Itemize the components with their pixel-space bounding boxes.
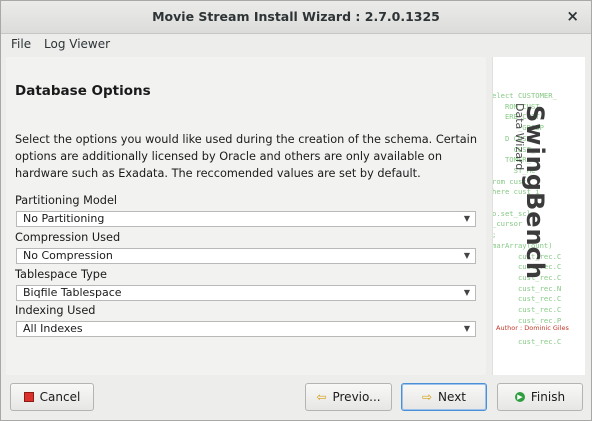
partitioning-select[interactable]: No Partitioning ▼ — [16, 211, 476, 227]
previous-label: Previo... — [332, 390, 381, 404]
next-button[interactable]: ⇨ Next — [401, 383, 487, 411]
indexing-label: Indexing Used — [15, 304, 96, 317]
play-icon: ▶ — [514, 392, 525, 402]
cancel-button[interactable]: Cancel — [10, 383, 94, 411]
menu-bar: File Log Viewer — [1, 34, 591, 56]
banner-subtitle: Data Wizard — [513, 103, 526, 171]
options-panel: Database Options Select the options you … — [6, 57, 486, 375]
banner-author: Author : Dominic Giles — [496, 324, 569, 332]
close-icon[interactable]: × — [566, 7, 579, 25]
finish-button[interactable]: ▶ Finish — [497, 383, 583, 411]
menu-file[interactable]: File — [11, 37, 31, 51]
install-wizard-window: Movie Stream Install Wizard : 2.7.0.1325… — [0, 0, 592, 421]
partitioning-value: No Partitioning — [23, 212, 105, 225]
tablespace-value: Biqfile Tablespace — [23, 286, 122, 299]
indexing-value: All Indexes — [23, 322, 83, 335]
chevron-down-icon: ▼ — [463, 214, 470, 223]
page-title: Database Options — [15, 83, 151, 99]
next-label: Next — [438, 390, 467, 404]
cancel-label: Cancel — [39, 390, 81, 404]
compression-label: Compression Used — [15, 231, 121, 244]
chevron-down-icon: ▼ — [463, 288, 470, 297]
title-bar: Movie Stream Install Wizard : 2.7.0.1325… — [1, 1, 591, 34]
stop-icon — [23, 392, 34, 402]
compression-value: No Compression — [23, 249, 113, 262]
swingbench-banner: elect CUSTOMER_ ROM CUST ERE CUST _GROUP… — [492, 57, 585, 375]
tablespace-label: Tablespace Type — [15, 268, 107, 281]
chevron-down-icon: ▼ — [463, 251, 470, 260]
page-description: Select the options you would like used d… — [15, 133, 477, 180]
window-title: Movie Stream Install Wizard : 2.7.0.1325 — [152, 9, 440, 24]
tablespace-select[interactable]: Biqfile Tablespace ▼ — [16, 285, 476, 301]
finish-label: Finish — [530, 390, 566, 404]
indexing-select[interactable]: All Indexes ▼ — [16, 321, 476, 337]
chevron-down-icon: ▼ — [463, 324, 470, 333]
partitioning-label: Partitioning Model — [15, 194, 118, 207]
menu-log-viewer[interactable]: Log Viewer — [44, 37, 110, 51]
previous-button[interactable]: ⇦ Previo... — [305, 383, 392, 411]
arrow-left-icon: ⇦ — [316, 390, 327, 404]
arrow-right-icon: ⇨ — [421, 390, 433, 404]
compression-select[interactable]: No Compression ▼ — [16, 248, 476, 264]
